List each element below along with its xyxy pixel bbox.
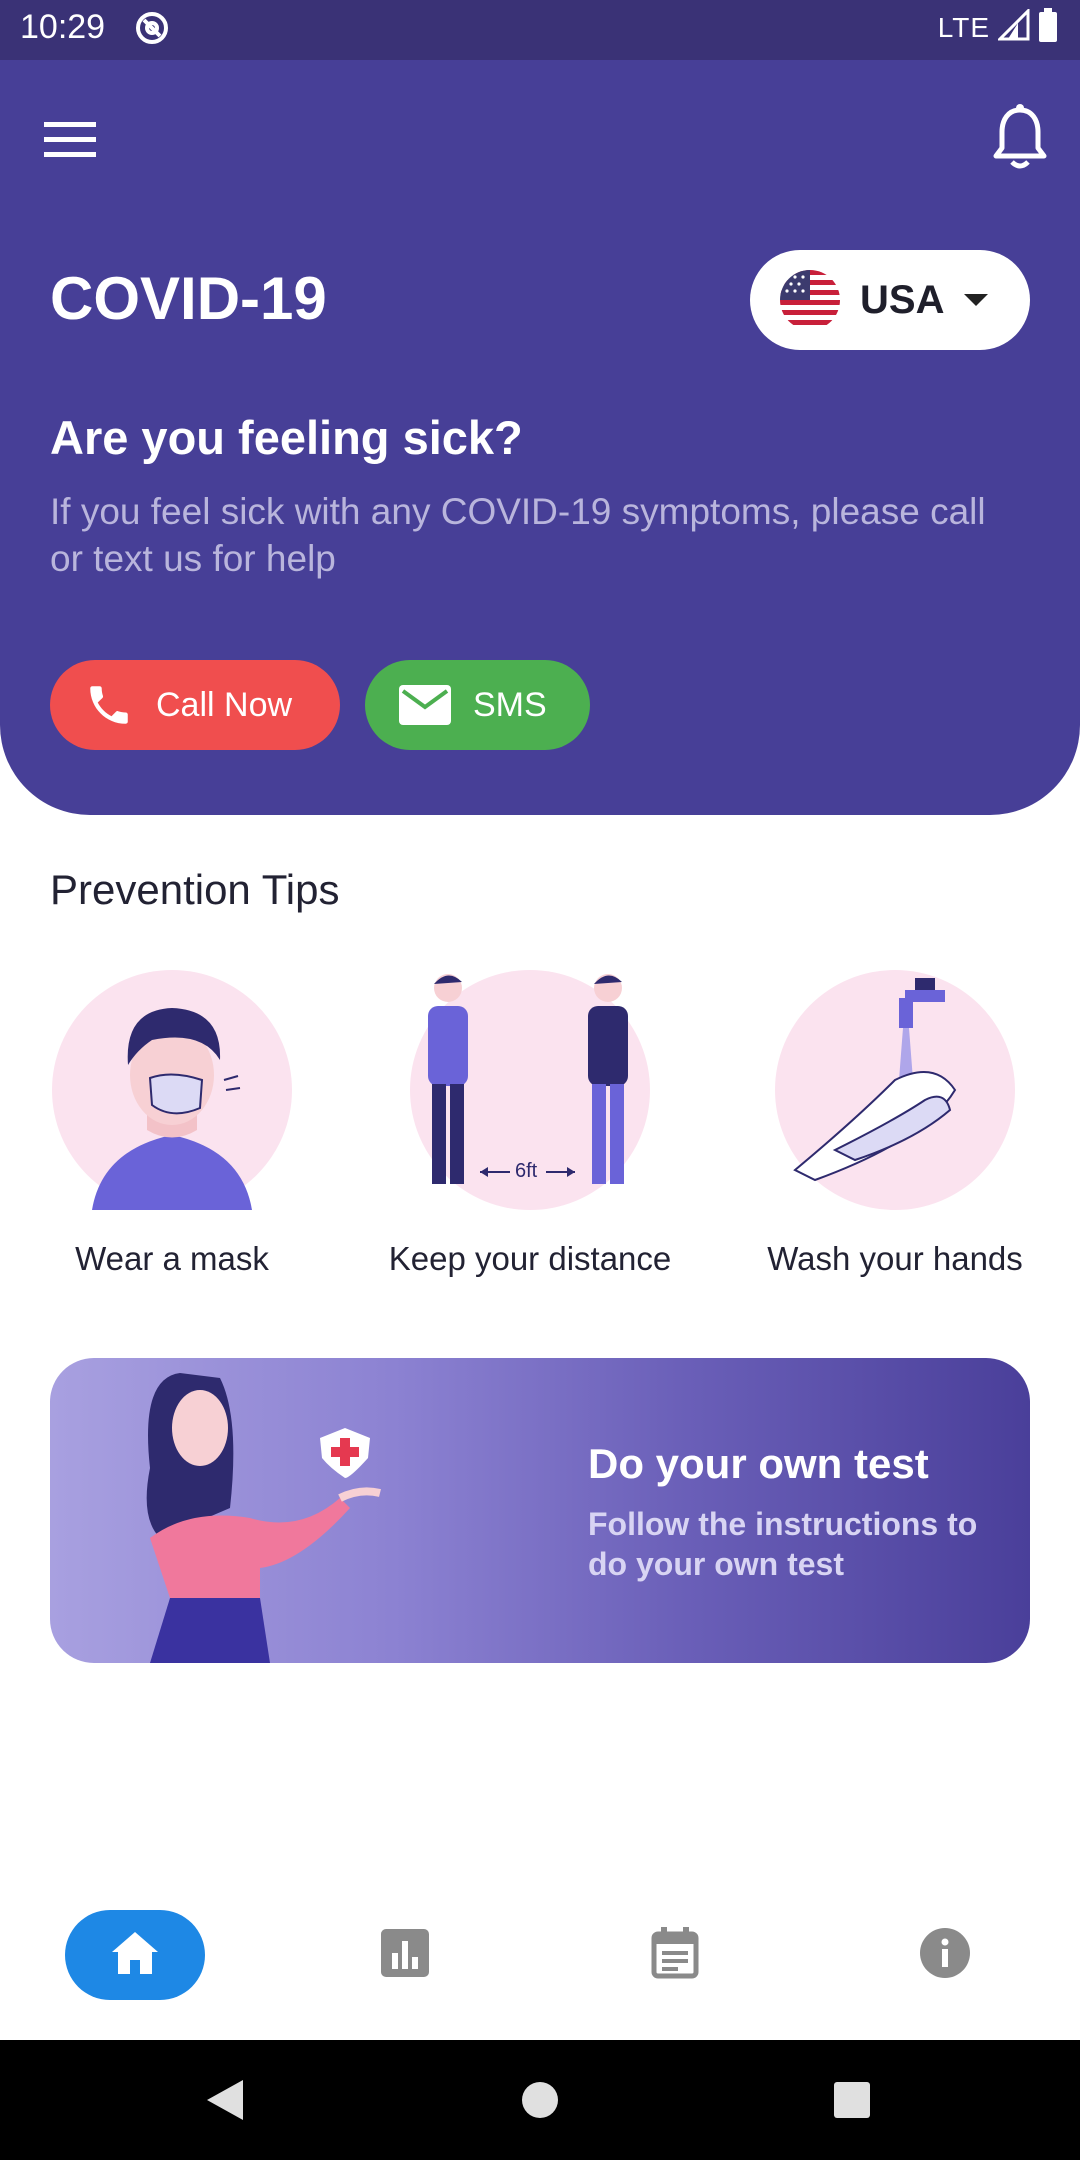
header-panel: COVID-19 USA Are you feeling sick? If yo… bbox=[0, 60, 1080, 815]
sms-button[interactable]: SMS bbox=[365, 660, 590, 750]
phone-icon bbox=[84, 680, 134, 730]
call-now-label: Call Now bbox=[156, 685, 293, 724]
recents-icon[interactable] bbox=[792, 2040, 912, 2160]
mask-illustration-icon bbox=[52, 970, 292, 1210]
status-bar: 10:29 LTE bbox=[0, 0, 1080, 60]
bottom-navigation bbox=[0, 1880, 1080, 2040]
app-title: COVID-19 bbox=[50, 265, 327, 332]
us-flag-icon bbox=[780, 270, 840, 330]
call-now-button[interactable]: Call Now bbox=[50, 660, 340, 750]
nav-calendar[interactable] bbox=[605, 1910, 745, 2000]
stats-icon bbox=[381, 1928, 429, 1982]
system-navigation-bar bbox=[0, 2040, 1080, 2160]
tip-label: Keep your distance bbox=[388, 1240, 672, 1277]
country-label: USA bbox=[860, 277, 945, 322]
notification-bell-icon[interactable] bbox=[990, 102, 1050, 172]
banner-description: Follow the instructions to do your own t… bbox=[588, 1506, 978, 1582]
chevron-down-icon bbox=[964, 294, 989, 306]
mail-icon bbox=[399, 685, 451, 725]
sick-description: If you feel sick with any COVID-19 sympt… bbox=[50, 491, 986, 579]
tip-wash-hands[interactable]: Wash your hands bbox=[760, 970, 1030, 1278]
nav-info[interactable] bbox=[875, 1910, 1015, 2000]
at-sign-icon bbox=[134, 10, 170, 51]
tip-wear-mask[interactable]: Wear a mask bbox=[52, 970, 292, 1278]
status-time: 10:29 bbox=[20, 8, 106, 46]
battery-icon bbox=[1038, 8, 1058, 47]
network-type: LTE bbox=[937, 11, 990, 43]
home-circle-icon[interactable] bbox=[480, 2040, 600, 2160]
sms-label: SMS bbox=[473, 685, 547, 724]
tip-keep-distance[interactable]: 6ft Keep your distance bbox=[370, 970, 690, 1278]
nav-stats[interactable] bbox=[335, 1910, 475, 2000]
info-icon bbox=[919, 1927, 971, 1984]
country-selector[interactable]: USA bbox=[750, 250, 1030, 350]
handwash-illustration-icon bbox=[775, 970, 1015, 1210]
menu-icon[interactable] bbox=[40, 110, 100, 170]
sick-title: Are you feeling sick? bbox=[50, 411, 523, 464]
distance-illustration-icon: 6ft bbox=[410, 970, 650, 1210]
calendar-icon bbox=[651, 1926, 699, 1984]
prevention-tips-title: Prevention Tips bbox=[50, 866, 340, 913]
nav-home[interactable] bbox=[65, 1910, 205, 2000]
signal-icon bbox=[996, 7, 1030, 46]
banner-title: Do your own test bbox=[588, 1440, 929, 1487]
tip-label: Wear a mask bbox=[75, 1240, 269, 1277]
woman-illustration-icon bbox=[146, 1373, 381, 1663]
tip-label: Wash your hands bbox=[767, 1240, 1023, 1277]
status-indicators: LTE bbox=[937, 7, 1058, 47]
home-icon bbox=[110, 1930, 160, 1981]
back-icon[interactable] bbox=[165, 2040, 285, 2160]
distance-text: 6ft bbox=[515, 1160, 538, 1182]
do-your-own-test-banner[interactable]: Do your own test Follow the instructions… bbox=[50, 1358, 1030, 1663]
